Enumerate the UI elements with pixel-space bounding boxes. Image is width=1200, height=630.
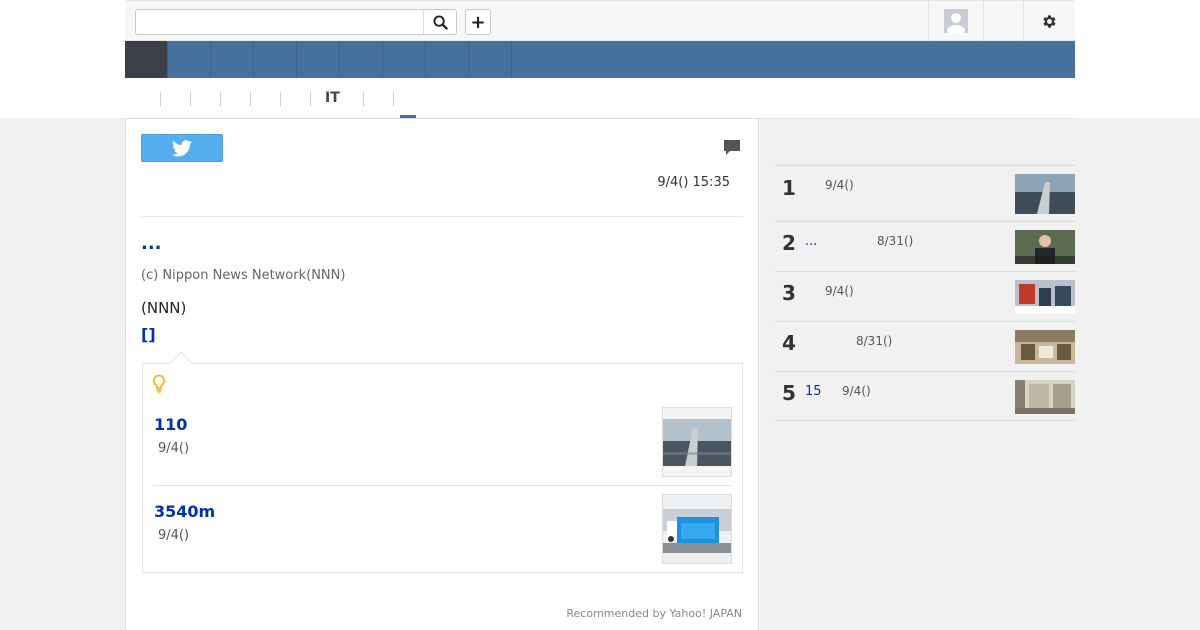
nav-item-home[interactable] xyxy=(125,41,168,78)
related-articles: 110 9/4() 3540m 9/4() xyxy=(142,363,743,573)
ranking-item[interactable]: 1 9/4() xyxy=(775,165,1075,221)
comment-button[interactable] xyxy=(723,139,741,160)
main-nav xyxy=(125,41,1075,78)
gear-icon xyxy=(1043,14,1056,28)
related-item-thumbnail[interactable] xyxy=(662,407,732,477)
lightbulb-icon xyxy=(152,374,166,397)
ranking-thumbnail[interactable] xyxy=(1015,280,1075,320)
ranking-item[interactable]: 5 15 9/4() xyxy=(775,371,1075,421)
ranking-title[interactable]: ... xyxy=(805,234,817,249)
subnav-item-it[interactable]: IT xyxy=(325,90,340,106)
search-icon xyxy=(432,14,448,30)
subnav-divider xyxy=(190,92,191,106)
ranking-item[interactable]: 4 8/31() xyxy=(775,321,1075,371)
ranking-thumbnail[interactable] xyxy=(1015,330,1075,370)
article-link[interactable]: [] xyxy=(141,325,156,344)
ranking-date: 9/4() xyxy=(825,284,854,298)
nav-item[interactable] xyxy=(254,41,297,78)
related-item-title[interactable]: 110 xyxy=(154,415,187,434)
related-item-title[interactable]: 3540m xyxy=(154,502,215,521)
related-item-thumbnail[interactable] xyxy=(662,494,732,564)
copyright-text: (c) Nippon News Network(NNN) xyxy=(141,268,346,283)
settings-button[interactable] xyxy=(1023,1,1075,41)
article-source: (NNN) xyxy=(141,299,187,317)
category-subnav xyxy=(125,80,1075,118)
ranking-thumbnail[interactable] xyxy=(1015,174,1075,214)
nav-item[interactable] xyxy=(383,41,426,78)
search-input[interactable] xyxy=(142,13,422,31)
rank-number: 2 xyxy=(782,231,796,255)
user-menu[interactable] xyxy=(928,1,984,41)
search-button[interactable] xyxy=(423,10,456,34)
divider xyxy=(154,485,732,486)
related-item[interactable]: 3540m 9/4() xyxy=(154,494,732,580)
twitter-icon xyxy=(172,139,192,156)
subnav-divider xyxy=(220,92,221,106)
divider xyxy=(758,118,1075,119)
ranking-item[interactable]: 3 9/4() xyxy=(775,271,1075,321)
tweet-button[interactable] xyxy=(141,134,223,162)
related-item-date: 9/4() xyxy=(158,528,190,543)
ranking-list: 1 9/4() 2 ... 8/31() 3 9/4() 4 8/31() 5 … xyxy=(775,165,1075,421)
add-button[interactable]: + xyxy=(465,9,491,35)
nav-item[interactable] xyxy=(340,41,383,78)
rank-number: 1 xyxy=(782,176,796,200)
article-date: 9/4() 15:35 xyxy=(657,175,730,190)
subnav-divider xyxy=(280,92,281,106)
plus-icon: + xyxy=(470,11,486,33)
nav-item[interactable] xyxy=(469,41,512,78)
nav-item[interactable] xyxy=(168,41,211,78)
rank-number: 3 xyxy=(782,281,796,305)
subnav-divider xyxy=(250,92,251,106)
ranking-item[interactable]: 2 ... 8/31() xyxy=(775,221,1075,271)
subnav-divider xyxy=(160,92,161,106)
rank-number: 5 xyxy=(782,381,796,405)
search-field[interactable] xyxy=(135,9,457,35)
article-panel: 9/4() 15:35 ... (c) Nippon News Network(… xyxy=(125,118,759,630)
related-item[interactable]: 110 9/4() xyxy=(154,407,732,493)
subnav-divider xyxy=(393,92,394,106)
nav-item[interactable] xyxy=(426,41,469,78)
subnav-divider xyxy=(363,92,364,106)
rank-number: 4 xyxy=(782,331,796,355)
article-headline[interactable]: ... xyxy=(141,233,162,254)
header-bar: + xyxy=(125,0,1075,41)
nav-item[interactable] xyxy=(211,41,254,78)
ranking-thumbnail[interactable] xyxy=(1015,380,1075,420)
divider xyxy=(141,216,743,217)
nav-item[interactable] xyxy=(297,41,340,78)
ranking-title[interactable]: 15 xyxy=(805,384,822,399)
ranking-date: 9/4() xyxy=(825,178,854,192)
ranking-date: 8/31() xyxy=(856,334,893,348)
ranking-date: 8/31() xyxy=(877,234,914,248)
comment-icon xyxy=(724,140,740,155)
subnav-divider xyxy=(310,92,311,106)
ranking-thumbnail[interactable] xyxy=(1015,230,1075,270)
avatar-icon xyxy=(944,9,968,33)
recommendation-credit: Recommended by Yahoo! JAPAN xyxy=(566,607,742,620)
ranking-date: 9/4() xyxy=(842,384,871,398)
related-item-date: 9/4() xyxy=(158,441,190,456)
